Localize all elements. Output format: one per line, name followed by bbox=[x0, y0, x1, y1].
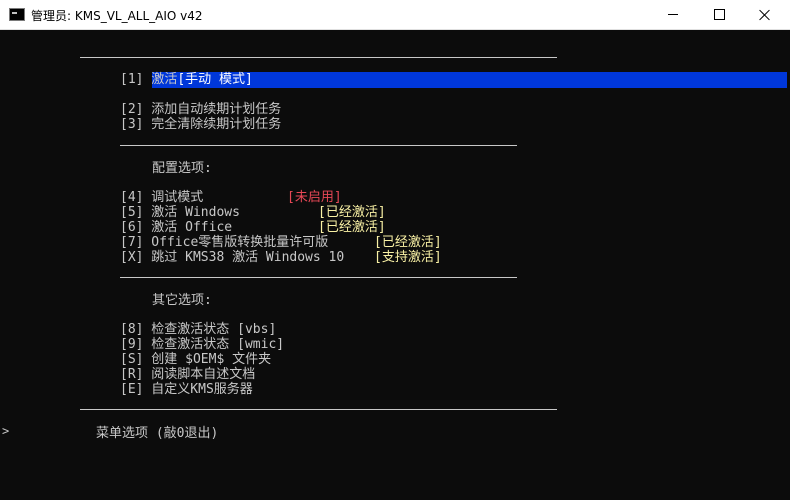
menu-item-x-status: [支持激活] bbox=[374, 250, 442, 265]
menu-item-4-status: [未启用] bbox=[287, 190, 342, 205]
prompt-arrow-icon: > bbox=[2, 424, 10, 438]
config-section-header: 配置选项: bbox=[152, 161, 212, 176]
maximize-icon bbox=[713, 9, 725, 20]
menu-prompt[interactable]: 菜单选项 (敲0退出) bbox=[96, 426, 218, 441]
menu-item-5[interactable]: [5] 激活 Windows bbox=[120, 205, 240, 220]
divider bbox=[80, 409, 557, 410]
menu-item-6[interactable]: [6] 激活 Office bbox=[120, 220, 232, 235]
menu-item-1-key: [1] bbox=[120, 72, 144, 87]
close-icon bbox=[759, 9, 771, 21]
close-button[interactable] bbox=[742, 0, 788, 29]
divider bbox=[120, 145, 517, 146]
minimize-icon bbox=[668, 14, 678, 15]
menu-item-9[interactable]: [9] 检查激活状态 [wmic] bbox=[120, 337, 284, 352]
menu-item-6-status: [已经激活] bbox=[318, 220, 386, 235]
menu-item-x[interactable]: [X] 跳过 KMS38 激活 Windows 10 bbox=[120, 250, 344, 265]
menu-item-1-value: [手动 模式] bbox=[177, 72, 253, 87]
divider bbox=[120, 277, 517, 278]
title-bar[interactable]: 管理员: KMS_VL_ALL_AIO v42 bbox=[0, 0, 790, 30]
menu-item-s[interactable]: [S] 创建 $OEM$ 文件夹 bbox=[120, 352, 271, 367]
console-output[interactable]: [1] 激活[手动 模式] [2] 添加自动续期计划任务 [3] 完全清除续期计… bbox=[0, 30, 790, 500]
menu-item-1-label: 激活 bbox=[151, 72, 178, 87]
menu-item-3[interactable]: [3] 完全清除续期计划任务 bbox=[120, 117, 281, 132]
minimize-button[interactable] bbox=[650, 0, 696, 29]
divider bbox=[80, 57, 557, 58]
menu-item-7[interactable]: [7] Office零售版转换批量许可版 bbox=[120, 235, 328, 250]
menu-item-e[interactable]: [E] 自定义KMS服务器 bbox=[120, 382, 253, 397]
console-app-icon bbox=[9, 8, 25, 21]
other-section-header: 其它选项: bbox=[152, 293, 212, 308]
menu-item-r[interactable]: [R] 阅读脚本自述文档 bbox=[120, 367, 255, 382]
menu-item-5-status: [已经激活] bbox=[318, 205, 386, 220]
maximize-button[interactable] bbox=[696, 0, 742, 29]
menu-item-7-status: [已经激活] bbox=[374, 235, 442, 250]
menu-item-2[interactable]: [2] 添加自动续期计划任务 bbox=[120, 102, 281, 117]
menu-item-8[interactable]: [8] 检查激活状态 [vbs] bbox=[120, 322, 276, 337]
window-title: 管理员: KMS_VL_ALL_AIO v42 bbox=[31, 9, 203, 23]
menu-item-1[interactable]: [1] 激活[手动 模式] bbox=[120, 72, 253, 87]
menu-item-4[interactable]: [4] 调试模式 bbox=[120, 190, 203, 205]
